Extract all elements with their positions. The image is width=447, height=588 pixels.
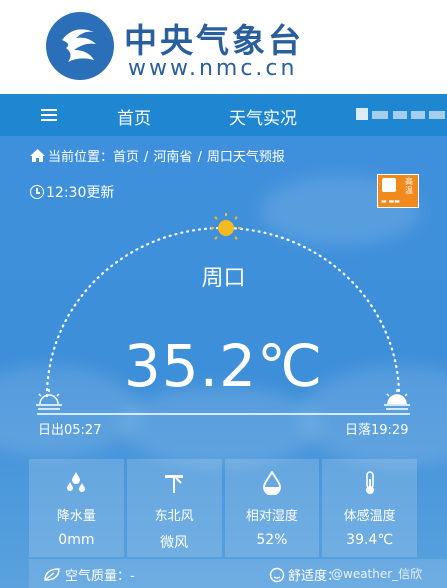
site-header: 中央气象台 www.nmc.cn (0, 0, 447, 94)
detail-precipitation: 降水量 0mm (29, 459, 124, 557)
breadcrumb-province[interactable]: 河南省 (153, 150, 192, 165)
breadcrumb-separator: / (144, 150, 149, 165)
weather-details: 降水量 0mm 东北风 微风 相对湿度 52% 体感温度 39.4℃ (29, 459, 417, 557)
detail-value: 52% (256, 532, 288, 548)
weather-panel: 当前位置：首页 / 河南省 / 周口天气预报 12:30更新 高温 ▬ ▬▬ 周… (0, 136, 447, 588)
detail-label: 相对湿度 (245, 509, 298, 524)
detail-label: 东北风 (154, 509, 194, 524)
update-time: 12:30更新 (30, 182, 114, 202)
detail-label: 体感温度 (343, 509, 396, 524)
detail-humidity: 相对湿度 52% (224, 459, 320, 557)
breadcrumb-current: 周口天气预报 (206, 150, 285, 165)
sunset-time: 日落19:29 (345, 423, 409, 438)
brand-url[interactable]: www.nmc.cn (128, 56, 297, 81)
sunrise-time: 日出05:27 (38, 423, 102, 438)
detail-value: 微风 (160, 535, 189, 551)
current-temperature: 35.2℃ (123, 332, 324, 400)
detail-value: 39.4℃ (346, 532, 394, 548)
nav-item-home[interactable]: 首页 (117, 104, 151, 129)
hamburger-menu-icon[interactable] (41, 109, 57, 121)
breadcrumb-separator: / (197, 150, 202, 165)
detail-value: 0mm (58, 532, 95, 548)
clock-icon (30, 185, 44, 199)
air-quality-text: 空气质量：- (65, 569, 135, 584)
detail-label: 降水量 (56, 509, 96, 524)
bottom-bar: 空气质量：- 舒适度： @weather_信欣 (29, 559, 447, 588)
sun-icon (211, 213, 241, 240)
detail-wind: 东北风 微风 (126, 459, 222, 557)
thermometer-icon (365, 471, 374, 494)
cma-logo-icon[interactable] (44, 10, 116, 82)
alert-caption: ▬ ▬▬ (381, 198, 400, 205)
humidity-drop-icon (262, 471, 281, 495)
city-name: 周口 (201, 266, 246, 291)
detail-feels-like: 体感温度 39.4℃ (322, 459, 417, 557)
breadcrumb: 当前位置：首页 / 河南省 / 周口天气预报 (30, 146, 285, 165)
breadcrumb-prefix: 当前位置： (48, 150, 114, 165)
alert-level-text: 高温 (405, 177, 413, 195)
breadcrumb-home[interactable]: 首页 (113, 150, 139, 165)
comfort-index[interactable]: 舒适度： (269, 565, 340, 584)
air-quality[interactable]: 空气质量：- (43, 565, 135, 584)
wind-icon (165, 475, 184, 493)
raindrops-icon (67, 472, 86, 492)
main-nav: 首页 天气实况 (0, 94, 447, 136)
leaf-icon (44, 568, 60, 581)
nav-overflow-items[interactable] (353, 107, 447, 123)
watermark-text: @weather_信欣 (331, 567, 423, 581)
nav-item-observation[interactable]: 天气实况 (229, 104, 297, 129)
update-time-text: 12:30更新 (46, 185, 115, 201)
alert-symbol-icon (382, 178, 396, 192)
brand-name[interactable]: 中央气象台 (124, 14, 304, 62)
heat-warning-badge[interactable]: 高温 ▬ ▬▬ (377, 174, 419, 208)
comfort-icon (269, 567, 285, 583)
home-icon[interactable] (30, 149, 45, 162)
